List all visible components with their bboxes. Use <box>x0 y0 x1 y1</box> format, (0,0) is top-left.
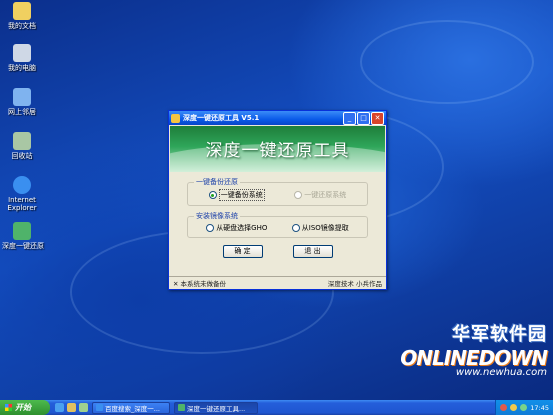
desktop-icon-label: 回收站 <box>11 152 33 160</box>
taskbar-item-label: 深度一键还原工具... <box>187 404 246 413</box>
radio-icon <box>294 191 303 199</box>
radio-hdd-label: 从硬盘选择GHO <box>216 224 268 232</box>
ok-button[interactable]: 确 定 <box>222 245 263 258</box>
browser-icon <box>96 404 103 411</box>
desktop-icon-restore-tool[interactable]: 深度一键还原 <box>2 222 44 250</box>
desktop-icon-network[interactable]: 网上邻居 <box>2 88 42 116</box>
desktop-quicklaunch-icon[interactable] <box>79 403 88 412</box>
windows-logo-icon <box>5 404 12 411</box>
exit-button[interactable]: 退 出 <box>292 245 333 258</box>
watermark-cn: 华军软件园 <box>452 324 547 345</box>
image-group-legend: 安装镜像系统 <box>196 212 238 220</box>
status-author: 深度技术 小兵作品 <box>327 280 382 288</box>
status-message: 本系统未做备份 <box>180 280 227 288</box>
desktop-icon-label: Internet Explorer <box>7 196 37 212</box>
network-icon[interactable] <box>520 404 528 411</box>
desktop-icon-internet-explorer[interactable]: Internet Explorer <box>2 176 42 212</box>
title-bar[interactable]: 深度一键还原工具 V5.1 _ □ ✕ <box>169 111 386 125</box>
window-title: 深度一键还原工具 V5.1 <box>183 114 260 122</box>
radio-from-hdd-gho[interactable]: 从硬盘选择GHO <box>206 223 267 233</box>
folder-quicklaunch-icon[interactable] <box>67 403 76 412</box>
internet-explorer-icon <box>13 176 31 194</box>
wallpaper-ripple <box>360 20 534 104</box>
desktop-icon-label: 我的电脑 <box>8 64 36 72</box>
minimize-button[interactable]: _ <box>343 111 356 125</box>
radio-restore-label: 一键还原系统 <box>304 191 347 199</box>
clock[interactable]: 17:45 <box>530 404 549 412</box>
system-tray: 17:45 <box>495 400 553 415</box>
desktop-icon-label: 我的文档 <box>8 22 36 30</box>
status-close-icon: ✕ <box>173 280 179 288</box>
my-computer-icon <box>13 44 31 62</box>
watermark: 华军软件园 ONLINEDOWN www.newhua.com <box>400 320 548 378</box>
restore-tool-window: 深度一键还原工具 V5.1 _ □ ✕ 深度一键还原工具 一键备份还原 一键备份… <box>168 110 387 290</box>
app-icon <box>171 113 180 123</box>
backup-restore-group: 一键备份还原 一键备份系统 一键还原系统 <box>187 177 368 206</box>
desktop-icon-label: 网上邻居 <box>8 108 36 116</box>
install-image-group: 安装镜像系统 从硬盘选择GHO 从ISO镜像提取 <box>187 211 368 238</box>
radio-icon <box>206 224 215 232</box>
banner: 深度一键还原工具 <box>170 126 385 172</box>
ie-quicklaunch-icon[interactable] <box>55 403 64 412</box>
status-left: ✕ 本系统未做备份 <box>173 278 226 288</box>
radio-selected-icon <box>208 191 217 199</box>
taskbar-item-restore-tool[interactable]: 深度一键还原工具... <box>174 401 258 414</box>
start-label: 开始 <box>15 403 31 412</box>
network-places-icon <box>13 88 31 106</box>
banner-title: 深度一键还原工具 <box>205 141 350 161</box>
restore-tool-icon <box>13 222 31 240</box>
taskbar-item-browser[interactable]: 百度搜索_深度一... <box>92 401 170 414</box>
maximize-button[interactable]: □ <box>357 111 370 125</box>
taskbar: 开始 百度搜索_深度一... 深度一键还原工具... 17:45 <box>0 400 553 415</box>
tray-app-icon[interactable] <box>500 404 508 411</box>
radio-iso-label: 从ISO镜像提取 <box>301 224 349 232</box>
status-bar: ✕ 本系统未做备份 深度技术 小兵作品 <box>169 276 386 289</box>
recycle-bin-icon <box>13 132 31 150</box>
volume-icon[interactable] <box>510 404 518 411</box>
start-button[interactable]: 开始 <box>0 400 50 415</box>
restore-tool-icon <box>178 404 185 411</box>
taskbar-item-label: 百度搜索_深度一... <box>105 404 160 413</box>
desktop-icon-label: 深度一键还原 <box>2 242 44 250</box>
radio-from-iso[interactable]: 从ISO镜像提取 <box>291 223 349 233</box>
desktop-icon-my-computer[interactable]: 我的电脑 <box>2 44 42 72</box>
close-button[interactable]: ✕ <box>371 111 384 125</box>
desktop-icon-my-documents[interactable]: 我的文档 <box>2 2 42 30</box>
my-documents-icon <box>13 2 31 20</box>
radio-restore-system[interactable]: 一键还原系统 <box>294 189 346 201</box>
radio-icon <box>291 224 300 232</box>
desktop-icon-recycle-bin[interactable]: 回收站 <box>2 132 42 160</box>
radio-backup-system[interactable]: 一键备份系统 <box>208 189 265 201</box>
radio-backup-label: 一键备份系统 <box>218 189 265 201</box>
backup-group-legend: 一键备份还原 <box>196 178 238 186</box>
